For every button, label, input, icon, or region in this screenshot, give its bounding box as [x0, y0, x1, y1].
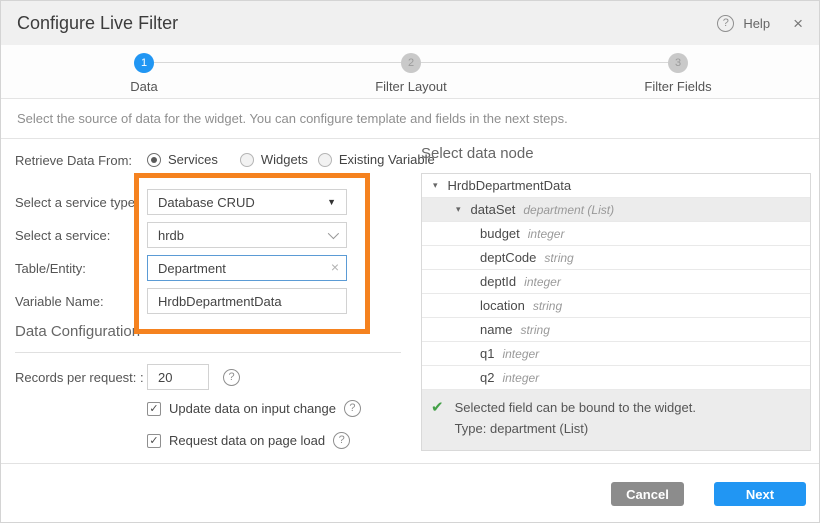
binding-status-line1: Selected field can be bound to the widge… — [455, 399, 696, 416]
tree-node-type: string — [521, 323, 550, 337]
service-type-value: Database CRUD — [158, 195, 255, 210]
tree-node-q2[interactable]: q2 integer — [422, 366, 810, 390]
tree-node-deptid[interactable]: deptId integer — [422, 270, 810, 294]
records-per-request-label: Records per request: : — [15, 370, 144, 385]
tree-node-root[interactable]: ▾ HrdbDepartmentData — [422, 174, 810, 198]
service-select[interactable]: hrdb — [147, 222, 347, 248]
step-description: Select the source of data for the widget… — [1, 99, 819, 139]
section-divider — [15, 352, 401, 353]
request-data-label: Request data on page load — [169, 433, 325, 448]
footer-divider — [1, 463, 819, 464]
header-actions: ? Help × — [717, 15, 803, 32]
step-2-circle[interactable]: 2 — [401, 53, 421, 73]
binding-status-message: ✔ Selected field can be bound to the wid… — [422, 390, 810, 450]
variable-name-label: Variable Name: — [15, 294, 104, 309]
service-label: Select a service: — [15, 228, 110, 243]
table-entity-field-wrap: × — [147, 255, 347, 281]
tree-node-type: integer — [502, 371, 539, 385]
update-data-help-icon[interactable]: ? — [344, 400, 361, 417]
close-icon[interactable]: × — [793, 15, 803, 32]
tree-node-budget[interactable]: budget integer — [422, 222, 810, 246]
variable-name-field-wrap — [147, 288, 347, 314]
tree-node-type: integer — [528, 227, 565, 241]
radio-widgets[interactable]: Widgets — [240, 152, 308, 167]
step-1-circle[interactable]: 1 — [134, 53, 154, 73]
tree-node-name: dataSet — [471, 202, 516, 217]
data-configuration-heading: Data Configuration — [15, 323, 140, 340]
success-check-icon: ✔ — [431, 399, 444, 441]
help-icon[interactable]: ? — [717, 15, 734, 32]
tree-node-name: deptId — [480, 274, 516, 289]
dialog-header: Configure Live Filter ? Help × — [1, 1, 819, 45]
clear-icon[interactable]: × — [331, 260, 339, 274]
caret-down-icon: ▼ — [327, 197, 336, 207]
radio-services-control[interactable] — [147, 153, 161, 167]
tree-node-name: deptCode — [480, 250, 536, 265]
tree-node-q1[interactable]: q1 integer — [422, 342, 810, 366]
tree-node-type: department (List) — [523, 203, 614, 217]
tree-node-name: location — [480, 298, 525, 313]
tree-node-dataset[interactable]: ▾ dataSet department (List) — [422, 198, 810, 222]
update-data-checkbox-row: ✓ Update data on input change ? — [147, 400, 361, 417]
radio-existing-variable[interactable]: Existing Variable — [318, 152, 435, 167]
step-3-label: Filter Fields — [644, 79, 711, 94]
service-type-label: Select a service type: — [15, 195, 139, 210]
wizard-stepper: 1 2 3 Data Filter Layout Filter Fields — [1, 45, 819, 99]
chevron-down-icon — [328, 228, 339, 239]
variable-name-input[interactable] — [147, 288, 347, 314]
table-entity-input[interactable] — [147, 255, 347, 281]
step-1-label: Data — [130, 79, 157, 94]
records-per-request-wrap — [147, 364, 209, 390]
radio-services[interactable]: Services — [147, 152, 218, 167]
step-2-label: Filter Layout — [375, 79, 447, 94]
tree-node-name: name — [480, 322, 513, 337]
configure-live-filter-dialog: Configure Live Filter ? Help × 1 2 3 Dat… — [0, 0, 820, 523]
binding-status-line2: Type: department (List) — [455, 420, 696, 437]
next-button[interactable]: Next — [714, 482, 806, 506]
table-entity-label: Table/Entity: — [15, 261, 86, 276]
tree-node-name: budget — [480, 226, 520, 241]
radio-widgets-label: Widgets — [261, 152, 308, 167]
tree-node-name: q2 — [480, 370, 494, 385]
tree-node-location[interactable]: location string — [422, 294, 810, 318]
records-per-request-input[interactable] — [147, 364, 209, 390]
tree-node-deptcode[interactable]: deptCode string — [422, 246, 810, 270]
update-data-checkbox[interactable]: ✓ — [147, 402, 161, 416]
tree-node-name-field[interactable]: name string — [422, 318, 810, 342]
update-data-label: Update data on input change — [169, 401, 336, 416]
request-data-checkbox-row: ✓ Request data on page load ? — [147, 432, 350, 449]
dialog-title: Configure Live Filter — [17, 13, 178, 34]
records-help-icon[interactable]: ? — [223, 369, 240, 386]
retrieve-data-from-label: Retrieve Data From: — [15, 153, 132, 168]
select-data-node-heading: Select data node — [421, 145, 534, 162]
retrieve-source-radio-group: Services Widgets Existing Variable — [147, 152, 435, 167]
tree-node-type: integer — [502, 347, 539, 361]
tree-expand-icon[interactable]: ▾ — [433, 180, 438, 191]
tree-node-type: integer — [524, 275, 561, 289]
help-link[interactable]: Help — [743, 16, 770, 31]
request-data-checkbox[interactable]: ✓ — [147, 434, 161, 448]
tree-node-name: q1 — [480, 346, 494, 361]
step-3-circle[interactable]: 3 — [668, 53, 688, 73]
radio-widgets-control[interactable] — [240, 153, 254, 167]
service-type-select[interactable]: Database CRUD ▼ — [147, 189, 347, 215]
service-value: hrdb — [158, 228, 184, 243]
cancel-button[interactable]: Cancel — [611, 482, 684, 506]
step-connector-1 — [144, 62, 411, 63]
tree-node-type: string — [544, 251, 573, 265]
request-data-help-icon[interactable]: ? — [333, 432, 350, 449]
radio-existing-variable-control[interactable] — [318, 153, 332, 167]
tree-expand-icon[interactable]: ▾ — [456, 204, 461, 215]
tree-node-type: string — [533, 299, 562, 313]
step-connector-2 — [411, 62, 678, 63]
data-node-tree: ▾ HrdbDepartmentData ▾ dataSet departmen… — [421, 173, 811, 451]
radio-services-label: Services — [168, 152, 218, 167]
binding-status-text: Selected field can be bound to the widge… — [455, 399, 696, 441]
tree-node-name: HrdbDepartmentData — [448, 178, 572, 193]
